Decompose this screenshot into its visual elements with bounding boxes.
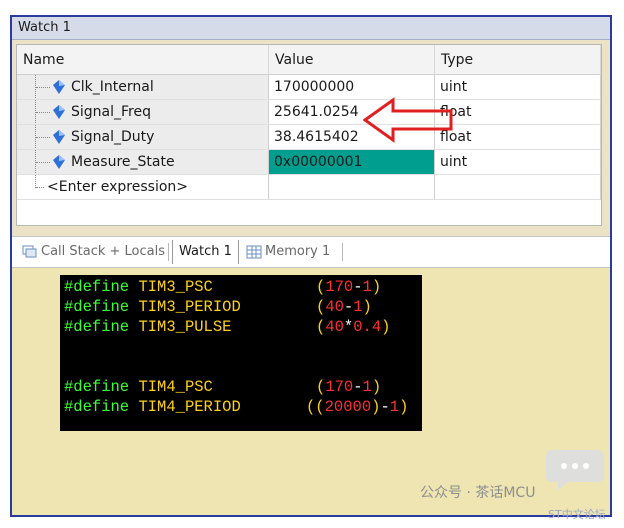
- value-cell-empty[interactable]: [269, 175, 435, 200]
- window-title: Watch 1: [12, 17, 610, 40]
- code-line: #define TIM3_PULSE (40*0.4): [64, 317, 390, 337]
- type-cell: float: [435, 125, 601, 150]
- code-token: ): [371, 378, 382, 396]
- code-token: 40: [325, 298, 344, 316]
- define-keyword: #define: [64, 318, 130, 336]
- type-cell: uint: [435, 150, 601, 175]
- code-token: (: [316, 298, 326, 316]
- column-header-name[interactable]: Name: [17, 45, 269, 75]
- macro-name: TIM3_PERIOD: [138, 298, 241, 316]
- code-token: 170: [325, 278, 354, 296]
- define-keyword: #define: [64, 398, 130, 416]
- code-line: #define TIM4_PSC (170-1): [64, 377, 381, 397]
- code-token: -: [353, 378, 363, 396]
- variable-gem-icon: [53, 130, 65, 144]
- watch-panel: Name Value Type Clk_Internal 170000000 u…: [12, 40, 610, 236]
- code-token: 1: [362, 378, 372, 396]
- tree-connector: [36, 162, 50, 164]
- tab-memory-1[interactable]: Memory 1: [242, 240, 330, 264]
- tab-bar: Call Stack + Locals Watch 1 Memory 1: [12, 236, 610, 268]
- tab-watch-1[interactable]: Watch 1: [172, 240, 239, 264]
- define-keyword: #define: [64, 298, 130, 316]
- type-cell: float: [435, 100, 601, 125]
- column-header-type[interactable]: Type: [435, 45, 601, 75]
- variable-name-cell: Clk_Internal: [17, 75, 269, 100]
- variable-name: Signal_Duty: [71, 129, 155, 145]
- enter-expression-cell[interactable]: <Enter expression>: [17, 175, 269, 200]
- code-token: 20000: [324, 398, 372, 416]
- code-token: 0.4: [353, 318, 382, 336]
- enter-expression-row[interactable]: <Enter expression>: [17, 175, 601, 200]
- call-stack-icon: [22, 245, 37, 257]
- macro-value: (170-1): [316, 377, 381, 397]
- variable-name: Clk_Internal: [71, 79, 154, 95]
- code-token: 1: [353, 298, 363, 316]
- chat-bubble-icon: [546, 450, 604, 490]
- code-token: ): [362, 298, 372, 316]
- table-row[interactable]: Signal_Freq 25641.0254 float: [17, 100, 601, 125]
- table-row[interactable]: Signal_Duty 38.4615402 float: [17, 125, 601, 150]
- macro-value: ((20000)-1): [306, 397, 408, 417]
- macro-name: TIM3_PULSE: [138, 318, 232, 336]
- code-token: 1: [389, 398, 400, 416]
- code-line: #define TIM3_PSC (170-1): [64, 277, 381, 297]
- tab-label: Call Stack + Locals: [41, 244, 166, 259]
- macro-value: (170-1): [316, 277, 381, 297]
- variable-gem-icon: [53, 105, 65, 119]
- tree-connector: [36, 137, 50, 139]
- variable-gem-icon: [53, 155, 65, 169]
- memory-grid-icon: [246, 245, 262, 258]
- variable-name: Measure_State: [71, 154, 175, 170]
- code-token: 40: [325, 318, 344, 336]
- define-keyword: #define: [64, 378, 130, 396]
- code-token: ((: [306, 398, 325, 416]
- macro-name: TIM3_PSC: [138, 278, 213, 296]
- code-line: #define TIM4_PERIOD ((20000)-1): [64, 397, 408, 417]
- macro-name: TIM4_PSC: [138, 378, 213, 396]
- watch-window: Watch 1 Name Value Type Clk_Internal 170…: [10, 15, 612, 517]
- define-keyword: #define: [64, 278, 130, 296]
- code-token: -: [343, 298, 354, 316]
- code-token: 170: [325, 378, 354, 396]
- watermark-text: 公众号 · 茶话MCU: [420, 485, 536, 501]
- type-cell: uint: [435, 75, 601, 100]
- code-token: -: [380, 398, 390, 416]
- column-header-value[interactable]: Value: [269, 45, 435, 75]
- macro-name: TIM4_PERIOD: [138, 398, 241, 416]
- enter-expression-label: <Enter expression>: [47, 179, 189, 195]
- value-cell-highlighted[interactable]: 0x00000001: [269, 150, 435, 175]
- code-token: 1: [362, 278, 372, 296]
- tab-label: Memory 1: [265, 244, 331, 259]
- variable-name-cell: Signal_Duty: [17, 125, 269, 150]
- tree-connector: [36, 87, 50, 89]
- code-token: ): [371, 278, 382, 296]
- code-line: #define TIM3_PERIOD (40-1): [64, 297, 372, 317]
- variable-gem-icon: [53, 80, 65, 94]
- watch-grid: Name Value Type Clk_Internal 170000000 u…: [16, 44, 602, 226]
- table-row[interactable]: Clk_Internal 170000000 uint: [17, 75, 601, 100]
- macro-value: (40-1): [316, 297, 372, 317]
- macro-value: (40*0.4): [316, 317, 390, 337]
- table-row[interactable]: Measure_State 0x00000001 uint: [17, 150, 601, 175]
- variable-name-cell: Signal_Freq: [17, 100, 269, 125]
- variable-name-cell: Measure_State: [17, 150, 269, 175]
- code-token: (: [316, 318, 326, 336]
- tab-divider: [168, 243, 169, 261]
- code-token: ): [381, 318, 391, 336]
- variable-name: Signal_Freq: [71, 104, 151, 120]
- code-token: ): [399, 398, 409, 416]
- tab-call-stack-locals[interactable]: Call Stack + Locals: [18, 240, 165, 264]
- watermark-subtext: ST中文论坛: [548, 508, 606, 521]
- tab-label: Watch 1: [179, 244, 232, 259]
- code-snippet: #define TIM3_PSC (170-1) #define TIM3_PER…: [60, 275, 422, 431]
- code-token: (: [316, 278, 326, 296]
- code-token: -: [353, 278, 363, 296]
- tree-connector: [36, 187, 44, 189]
- red-arrow-left-icon: [363, 97, 453, 143]
- code-token: (: [316, 378, 326, 396]
- tree-connector: [36, 112, 50, 114]
- tab-divider: [342, 243, 343, 261]
- code-token: *: [343, 318, 354, 336]
- type-cell-empty: [435, 175, 601, 200]
